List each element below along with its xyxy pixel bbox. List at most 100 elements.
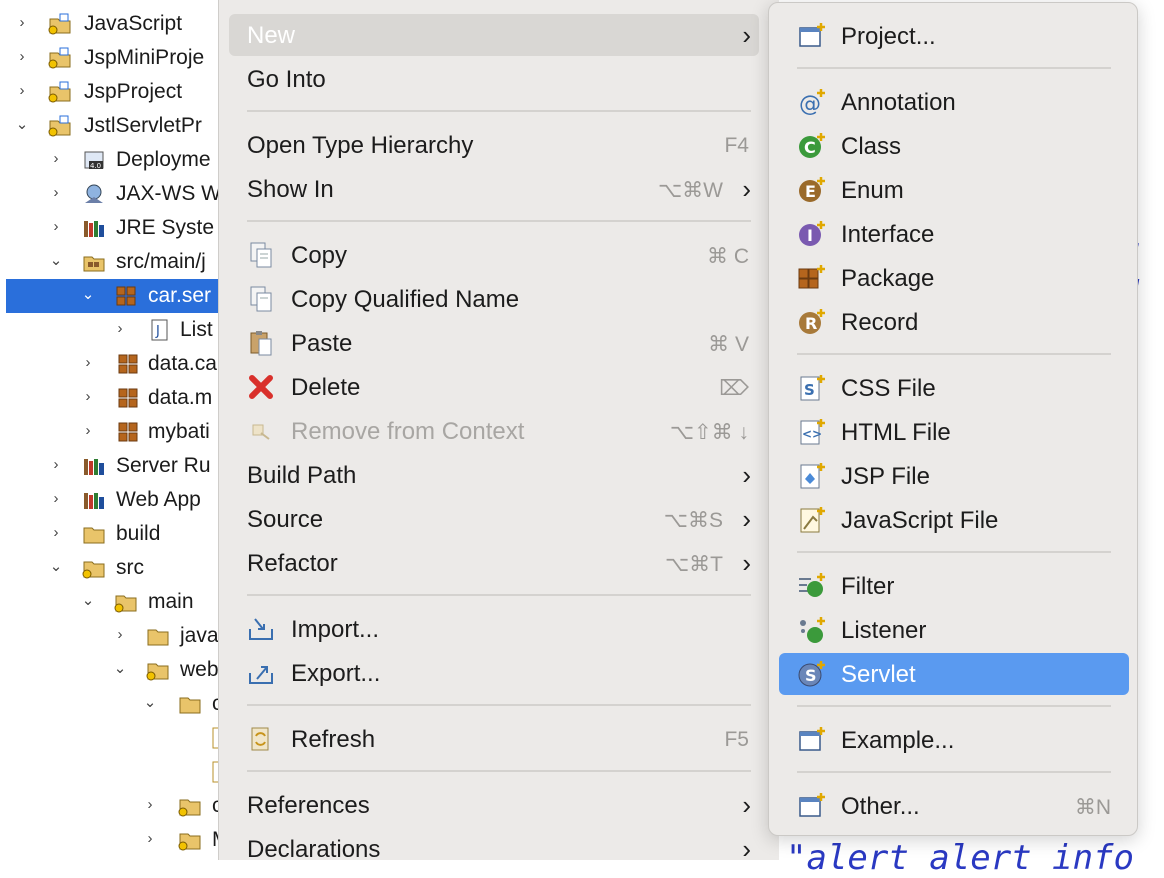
submenu-item-project[interactable]: Project... bbox=[779, 15, 1129, 57]
tree-item-src-main-java[interactable]: ⌄ src/main/j bbox=[0, 245, 240, 279]
tree-item-folder-c2[interactable]: › c bbox=[0, 789, 240, 823]
tree-item-jspproject[interactable]: › JspProject bbox=[0, 75, 240, 109]
menu-item-refactor[interactable]: Refactor ⌥⌘T › bbox=[229, 542, 759, 584]
chevron-right-icon[interactable]: › bbox=[80, 422, 96, 440]
chevron-down-icon[interactable]: ⌄ bbox=[14, 116, 30, 134]
menu-item-source[interactable]: Source ⌥⌘S › bbox=[229, 498, 759, 540]
tree-item-src[interactable]: ⌄ src bbox=[0, 551, 240, 585]
chevron-right-icon[interactable]: › bbox=[48, 456, 64, 474]
chevron-down-icon[interactable]: ⌄ bbox=[80, 286, 96, 304]
submenu-item-annotation[interactable]: @ Annotation bbox=[779, 81, 1129, 123]
chevron-right-icon[interactable]: › bbox=[142, 830, 158, 848]
submenu-item-other[interactable]: Other... ⌘N bbox=[779, 785, 1129, 827]
submenu-item-label: JSP File bbox=[841, 463, 930, 490]
chevron-down-icon[interactable]: ⌄ bbox=[112, 660, 128, 678]
menu-item-go-into[interactable]: Go Into bbox=[229, 58, 759, 100]
chevron-right-icon[interactable]: › bbox=[112, 320, 128, 338]
chevron-right-icon[interactable]: › bbox=[48, 150, 64, 168]
menu-item-new[interactable]: New › bbox=[229, 14, 759, 56]
tree-item-build[interactable]: › build bbox=[0, 517, 240, 551]
chevron-right-icon: › bbox=[742, 790, 751, 820]
svg-text:J: J bbox=[155, 324, 160, 339]
chevron-right-icon[interactable]: › bbox=[142, 796, 158, 814]
tree-item-data-m[interactable]: › data.m bbox=[0, 381, 240, 415]
menu-separator bbox=[797, 705, 1111, 707]
submenu-item-listener[interactable]: Listener bbox=[779, 609, 1129, 651]
submenu-item-css-file[interactable]: S CSS File bbox=[779, 367, 1129, 409]
svg-text:S: S bbox=[805, 666, 817, 685]
submenu-item-html-file[interactable]: <> HTML File bbox=[779, 411, 1129, 453]
package-icon bbox=[118, 388, 138, 408]
tree-item-jspminiproject[interactable]: › JspMiniProje bbox=[0, 41, 240, 75]
menu-item-export[interactable]: Export... bbox=[229, 652, 759, 694]
menu-item-open-type-hierarchy[interactable]: Open Type Hierarchy F4 bbox=[229, 124, 759, 166]
tree-item-jstlservletproject[interactable]: ⌄ JstlServletPr bbox=[0, 109, 240, 143]
submenu-item-enum[interactable]: E Enum bbox=[779, 169, 1129, 211]
submenu-item-example[interactable]: Example... bbox=[779, 719, 1129, 761]
submenu-item-jsp-file[interactable]: JSP File bbox=[779, 455, 1129, 497]
tree-item-label: List bbox=[180, 318, 213, 341]
menu-item-remove-from-context[interactable]: Remove from Context ⌥⇧⌘ ↓ bbox=[229, 410, 759, 452]
chevron-right-icon[interactable]: › bbox=[48, 524, 64, 542]
tree-item-java[interactable]: › java bbox=[0, 619, 240, 653]
submenu-item-servlet[interactable]: S Servlet bbox=[779, 653, 1129, 695]
chevron-right-icon[interactable]: › bbox=[48, 490, 64, 508]
chevron-right-icon[interactable]: › bbox=[48, 218, 64, 236]
chevron-right-icon[interactable]: › bbox=[14, 82, 30, 100]
menu-item-references[interactable]: References › bbox=[229, 784, 759, 826]
chevron-right-icon: › bbox=[742, 174, 751, 204]
project-folder-icon bbox=[48, 47, 71, 69]
menu-item-show-in[interactable]: Show In ⌥⌘W › bbox=[229, 168, 759, 210]
menu-item-import[interactable]: Import... bbox=[229, 608, 759, 650]
menu-item-delete[interactable]: Delete ⌦ bbox=[229, 366, 759, 408]
menu-item-label: New bbox=[247, 22, 296, 49]
chevron-right-icon[interactable]: › bbox=[14, 14, 30, 32]
chevron-down-icon[interactable]: ⌄ bbox=[142, 694, 158, 712]
project-explorer-tree: › JavaScript › JspMiniProje › JspProject… bbox=[0, 0, 240, 860]
tree-item-jre-system[interactable]: › JRE Syste bbox=[0, 211, 240, 245]
submenu-item-record[interactable]: R Record bbox=[779, 301, 1129, 343]
chevron-right-icon[interactable]: › bbox=[14, 48, 30, 66]
chevron-right-icon[interactable]: › bbox=[48, 184, 64, 202]
submenu-item-class[interactable]: C Class bbox=[779, 125, 1129, 167]
tree-item-folder-m[interactable]: › M bbox=[0, 823, 240, 857]
submenu-item-package[interactable]: Package bbox=[779, 257, 1129, 299]
tree-item-label: mybati bbox=[148, 420, 210, 443]
tree-item-label: JavaScript bbox=[84, 12, 183, 35]
tree-item-javascript[interactable]: › JavaScript bbox=[0, 7, 240, 41]
tree-item-web-app[interactable]: › Web App bbox=[0, 483, 240, 517]
chevron-right-icon[interactable]: › bbox=[80, 354, 96, 372]
tree-item-main[interactable]: ⌄ main bbox=[0, 585, 240, 619]
tree-item-file-2[interactable] bbox=[0, 755, 240, 789]
tree-item-label: JstlServletPr bbox=[84, 114, 202, 137]
tree-item-server-runtime[interactable]: › Server Ru bbox=[0, 449, 240, 483]
submenu-item-filter[interactable]: Filter bbox=[779, 565, 1129, 607]
menu-item-label: Paste bbox=[291, 330, 353, 357]
tree-item-jax-ws[interactable]: › JAX-WS W bbox=[0, 177, 240, 211]
menu-item-refresh[interactable]: Refresh F5 bbox=[229, 718, 759, 760]
tree-item-car-service[interactable]: ⌄ car.ser bbox=[6, 279, 240, 313]
chevron-down-icon[interactable]: ⌄ bbox=[48, 252, 64, 270]
menu-separator bbox=[797, 771, 1111, 773]
project-folder-icon bbox=[48, 13, 71, 35]
submenu-item-interface[interactable]: I Interface bbox=[779, 213, 1129, 255]
code-fragment: "alert alert info bbox=[786, 838, 1134, 878]
chevron-down-icon[interactable]: ⌄ bbox=[48, 558, 64, 576]
menu-item-declarations[interactable]: Declarations › bbox=[229, 828, 759, 870]
menu-item-paste[interactable]: Paste ⌘ V bbox=[229, 322, 759, 364]
tree-item-folder-c[interactable]: ⌄ c bbox=[0, 687, 240, 721]
tree-item-deployment-descriptor[interactable]: › 4.0 Deployme bbox=[0, 143, 240, 177]
tree-item-file-1[interactable] bbox=[0, 721, 240, 755]
menu-item-copy[interactable]: Copy ⌘ C bbox=[229, 234, 759, 276]
chevron-down-icon[interactable]: ⌄ bbox=[80, 592, 96, 610]
tree-item-mybatis[interactable]: › mybati bbox=[0, 415, 240, 449]
chevron-right-icon[interactable]: › bbox=[80, 388, 96, 406]
tree-item-data-car[interactable]: › data.ca bbox=[0, 347, 240, 381]
menu-item-copy-qualified-name[interactable]: Copy Qualified Name bbox=[229, 278, 759, 320]
menu-separator bbox=[247, 770, 751, 772]
tree-item-list-java[interactable]: › J List bbox=[0, 313, 240, 347]
menu-item-build-path[interactable]: Build Path › bbox=[229, 454, 759, 496]
chevron-right-icon[interactable]: › bbox=[112, 626, 128, 644]
submenu-item-javascript-file[interactable]: JavaScript File bbox=[779, 499, 1129, 541]
tree-item-webapp[interactable]: ⌄ web bbox=[0, 653, 240, 687]
